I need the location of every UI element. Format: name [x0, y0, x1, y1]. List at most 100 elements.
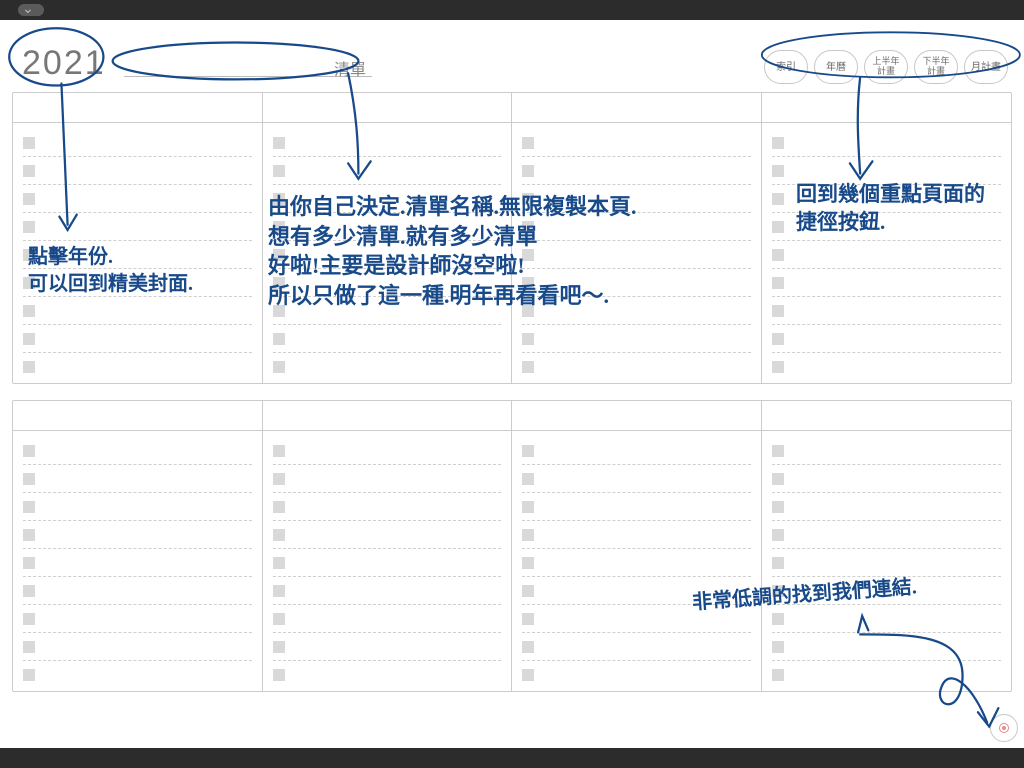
list-item[interactable]: [23, 465, 252, 493]
list-item[interactable]: [273, 353, 502, 381]
list-item[interactable]: [772, 549, 1002, 577]
find-us-link[interactable]: [990, 714, 1018, 742]
checkbox-icon[interactable]: [772, 473, 784, 485]
checkbox-icon[interactable]: [23, 557, 35, 569]
list-item[interactable]: [522, 241, 751, 269]
checkbox-icon[interactable]: [772, 445, 784, 457]
list-item[interactable]: [522, 577, 751, 605]
checkbox-icon[interactable]: [772, 221, 784, 233]
checkbox-icon[interactable]: [23, 613, 35, 625]
checkbox-icon[interactable]: [772, 165, 784, 177]
list-item[interactable]: [23, 493, 252, 521]
list-item[interactable]: [23, 297, 252, 325]
list-column-header[interactable]: [13, 401, 263, 431]
checkbox-icon[interactable]: [23, 137, 35, 149]
checkbox-icon[interactable]: [522, 277, 534, 289]
checkbox-icon[interactable]: [522, 669, 534, 681]
list-item[interactable]: [23, 633, 252, 661]
list-item[interactable]: [522, 605, 751, 633]
list-item[interactable]: [273, 633, 502, 661]
list-item[interactable]: [273, 269, 502, 297]
checkbox-icon[interactable]: [23, 221, 35, 233]
list-item[interactable]: [23, 605, 252, 633]
nav-year-button[interactable]: 年曆: [814, 50, 858, 84]
list-item[interactable]: [273, 661, 502, 689]
list-item[interactable]: [23, 549, 252, 577]
list-item[interactable]: [772, 213, 1002, 241]
checkbox-icon[interactable]: [23, 333, 35, 345]
list-item[interactable]: [23, 185, 252, 213]
list-item[interactable]: [522, 353, 751, 381]
list-item[interactable]: [522, 269, 751, 297]
checkbox-icon[interactable]: [273, 585, 285, 597]
checkbox-icon[interactable]: [273, 641, 285, 653]
nav-month-button[interactable]: 月計畫: [964, 50, 1008, 84]
chevron-down-icon[interactable]: ⌄: [22, 2, 34, 14]
checkbox-icon[interactable]: [23, 249, 35, 261]
list-item[interactable]: [273, 577, 502, 605]
list-item[interactable]: [273, 465, 502, 493]
list-item[interactable]: [772, 493, 1002, 521]
list-item[interactable]: [23, 437, 252, 465]
list-item[interactable]: [522, 325, 751, 353]
checkbox-icon[interactable]: [273, 249, 285, 261]
checkbox-icon[interactable]: [273, 137, 285, 149]
checkbox-icon[interactable]: [772, 137, 784, 149]
checkbox-icon[interactable]: [522, 165, 534, 177]
nav-second-half-button[interactable]: 下半年 計畫: [914, 50, 958, 84]
list-item[interactable]: [772, 605, 1002, 633]
checkbox-icon[interactable]: [772, 501, 784, 513]
list-item[interactable]: [772, 661, 1002, 689]
checkbox-icon[interactable]: [273, 473, 285, 485]
checkbox-icon[interactable]: [522, 585, 534, 597]
checkbox-icon[interactable]: [522, 221, 534, 233]
checkbox-icon[interactable]: [273, 221, 285, 233]
list-item[interactable]: [772, 325, 1002, 353]
checkbox-icon[interactable]: [23, 529, 35, 541]
checkbox-icon[interactable]: [273, 193, 285, 205]
list-item[interactable]: [522, 633, 751, 661]
list-item[interactable]: [772, 465, 1002, 493]
checkbox-icon[interactable]: [772, 277, 784, 289]
checkbox-icon[interactable]: [23, 473, 35, 485]
checkbox-icon[interactable]: [772, 585, 784, 597]
list-item[interactable]: [273, 493, 502, 521]
checkbox-icon[interactable]: [522, 305, 534, 317]
nav-first-half-button[interactable]: 上半年 計畫: [864, 50, 908, 84]
list-item[interactable]: [522, 297, 751, 325]
list-column-header[interactable]: [263, 93, 513, 123]
list-item[interactable]: [273, 241, 502, 269]
list-item[interactable]: [23, 521, 252, 549]
checkbox-icon[interactable]: [772, 529, 784, 541]
checkbox-icon[interactable]: [522, 613, 534, 625]
list-item[interactable]: [522, 549, 751, 577]
checkbox-icon[interactable]: [23, 305, 35, 317]
checkbox-icon[interactable]: [23, 361, 35, 373]
list-item[interactable]: [23, 241, 252, 269]
list-item[interactable]: [273, 297, 502, 325]
list-item[interactable]: [273, 213, 502, 241]
list-item[interactable]: [772, 157, 1002, 185]
list-column-header[interactable]: [762, 93, 1012, 123]
checkbox-icon[interactable]: [772, 557, 784, 569]
checkbox-icon[interactable]: [522, 137, 534, 149]
checkbox-icon[interactable]: [273, 445, 285, 457]
checkbox-icon[interactable]: [273, 613, 285, 625]
checkbox-icon[interactable]: [522, 445, 534, 457]
list-item[interactable]: [23, 269, 252, 297]
list-item[interactable]: [522, 465, 751, 493]
checkbox-icon[interactable]: [522, 557, 534, 569]
list-column-header[interactable]: [13, 93, 263, 123]
list-item[interactable]: [273, 605, 502, 633]
checkbox-icon[interactable]: [522, 473, 534, 485]
list-item[interactable]: [772, 521, 1002, 549]
list-item[interactable]: [772, 269, 1002, 297]
checkbox-icon[interactable]: [273, 529, 285, 541]
nav-index-button[interactable]: 索引: [764, 50, 808, 84]
list-item[interactable]: [23, 157, 252, 185]
list-item[interactable]: [772, 241, 1002, 269]
checkbox-icon[interactable]: [522, 501, 534, 513]
checkbox-icon[interactable]: [23, 165, 35, 177]
checkbox-icon[interactable]: [772, 641, 784, 653]
list-item[interactable]: [23, 129, 252, 157]
